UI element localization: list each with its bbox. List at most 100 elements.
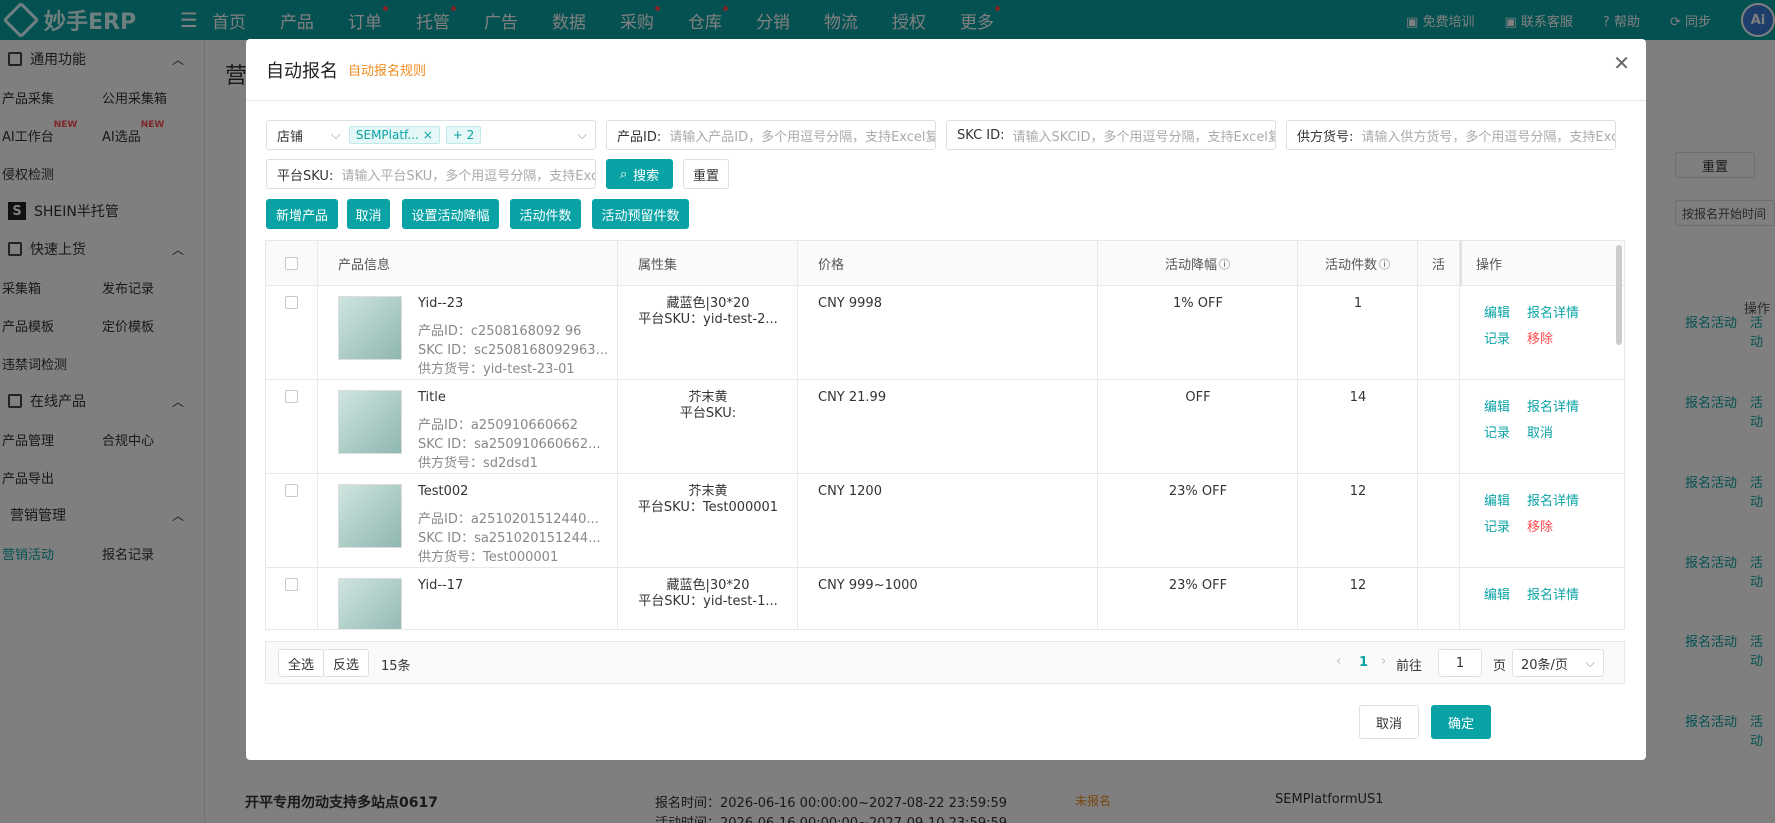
skc-id: SKC ID：sa250910660662... bbox=[418, 437, 601, 452]
set-discount-button[interactable]: 设置活动降幅 bbox=[402, 199, 499, 229]
skc-id: SKC ID：sa251020151244... bbox=[418, 531, 601, 546]
edit-link[interactable]: 编辑 bbox=[1484, 396, 1510, 415]
next-page-icon[interactable]: › bbox=[1381, 654, 1386, 669]
page-unit: 页 bbox=[1493, 659, 1507, 674]
reset-button[interactable]: 重置 bbox=[683, 159, 729, 189]
edit-link[interactable]: 编辑 bbox=[1484, 584, 1510, 603]
platform-sku: 平台SKU：yid-test-1... bbox=[638, 594, 778, 609]
skc-id: SKC ID：sc2508168092963... bbox=[418, 343, 608, 358]
column-header-price: 价格 bbox=[798, 241, 1098, 286]
discount: 1% OFF bbox=[1173, 296, 1223, 311]
product-name: Test002 bbox=[418, 484, 469, 499]
column-header-qty: 活动件数 ⓘ bbox=[1298, 241, 1418, 286]
select-all-button[interactable]: 全选 bbox=[278, 649, 324, 677]
product-thumbnail[interactable] bbox=[338, 390, 402, 454]
column-header-label: 活动件数 bbox=[1324, 258, 1377, 273]
invert-selection-button[interactable]: 反选 bbox=[323, 649, 369, 677]
product-id-field[interactable]: 产品ID: 请输入产品ID，多个用逗号分隔，支持Excel复制 bbox=[606, 120, 936, 150]
product-thumbnail[interactable] bbox=[338, 296, 402, 360]
attribute-value: 藏蓝色|30*20 bbox=[666, 296, 750, 311]
attribute-value: 芥末黄 bbox=[688, 390, 728, 405]
store-more-tag: + 2 bbox=[445, 126, 482, 144]
row-checkbox[interactable] bbox=[285, 296, 298, 309]
page-size-select[interactable]: 20条/页 ⌵ bbox=[1512, 649, 1604, 677]
remove-link[interactable]: 移除 bbox=[1527, 328, 1553, 347]
dialog-header: 自动报名 自动报名规则 ✕ bbox=[246, 39, 1646, 101]
chevron-down-icon: ⌵ bbox=[1585, 655, 1595, 671]
row-checkbox[interactable] bbox=[285, 578, 298, 591]
store-select[interactable]: 店铺 ⌵ SEMPlatf... × + 2 ⌵ bbox=[266, 120, 596, 150]
field-label: SKC ID: bbox=[957, 127, 1005, 143]
vertical-scrollbar[interactable] bbox=[1616, 245, 1622, 345]
signup-detail-link[interactable]: 报名详情 bbox=[1527, 396, 1579, 415]
attribute-value: 藏蓝色|30*20 bbox=[666, 578, 750, 593]
platform-sku-field[interactable]: 平台SKU: 请输入平台SKU，多个用逗号分隔，支持Excel复制 bbox=[266, 159, 596, 189]
field-label: 产品ID: bbox=[617, 129, 662, 145]
column-header-more: 活 bbox=[1418, 241, 1460, 286]
search-icon: ⌕ bbox=[619, 166, 628, 182]
product-thumbnail[interactable] bbox=[338, 484, 402, 548]
help-icon[interactable]: ⓘ bbox=[1379, 256, 1390, 272]
edit-link[interactable]: 编辑 bbox=[1484, 490, 1510, 509]
column-header-discount: 活动降幅 ⓘ bbox=[1098, 241, 1298, 286]
supplier-no-field[interactable]: 供方货号: 请输入供方货号，多个用逗号分隔，支持Excel复制 bbox=[1286, 120, 1616, 150]
price: CNY 999~1000 bbox=[818, 578, 918, 593]
field-label: 平台SKU: bbox=[277, 168, 334, 184]
rules-link[interactable]: 自动报名规则 bbox=[348, 60, 426, 79]
record-link[interactable]: 记录 bbox=[1484, 422, 1510, 441]
product-name: Yid--17 bbox=[418, 578, 464, 593]
product-id: 产品ID：a250910660662 bbox=[418, 418, 579, 433]
field-placeholder: 请输入供方货号，多个用逗号分隔，支持Excel复制 bbox=[1361, 129, 1615, 145]
price: CNY 1200 bbox=[818, 484, 882, 499]
platform-sku: 平台SKU：Test000001 bbox=[637, 500, 779, 515]
cancel-link[interactable]: 取消 bbox=[1527, 422, 1553, 441]
edit-link[interactable]: 编辑 bbox=[1484, 302, 1510, 321]
record-link[interactable]: 记录 bbox=[1484, 328, 1510, 347]
store-tag-label: SEMPlatf... bbox=[355, 128, 419, 142]
price: CNY 21.99 bbox=[818, 390, 887, 405]
product-name: Title bbox=[418, 390, 446, 405]
product-id: 产品ID：a2510201512440... bbox=[418, 512, 599, 527]
page-size-label: 20条/页 bbox=[1521, 657, 1568, 673]
store-tag[interactable]: SEMPlatf... × bbox=[348, 126, 440, 144]
close-icon[interactable]: ✕ bbox=[1613, 51, 1630, 75]
chevron-down-icon: ⌵ bbox=[331, 127, 341, 143]
signup-detail-link[interactable]: 报名详情 bbox=[1527, 302, 1579, 321]
row-checkbox[interactable] bbox=[285, 484, 298, 497]
platform-sku: 平台SKU: bbox=[679, 406, 737, 421]
column-header-ops: 操作 bbox=[1460, 241, 1624, 286]
table-row: Yid--23 产品ID：c2508168092 96 SKC ID：sc25081… bbox=[266, 286, 1624, 380]
remove-link[interactable]: 移除 bbox=[1527, 516, 1553, 535]
add-product-button[interactable]: 新增产品 bbox=[266, 199, 338, 229]
total-count: 15条 bbox=[381, 659, 411, 674]
signup-detail-link[interactable]: 报名详情 bbox=[1527, 490, 1579, 509]
page-input[interactable]: 1 bbox=[1438, 649, 1482, 677]
signup-detail-link[interactable]: 报名详情 bbox=[1527, 584, 1579, 603]
chevron-down-icon: ⌵ bbox=[577, 127, 587, 143]
discount: 23% OFF bbox=[1168, 484, 1228, 499]
close-icon[interactable]: × bbox=[423, 128, 433, 142]
select-all-checkbox[interactable] bbox=[285, 257, 298, 270]
product-thumbnail[interactable] bbox=[338, 578, 402, 629]
table-row: Test002 产品ID：a2510201512440... SKC ID：sa25… bbox=[266, 474, 1624, 568]
help-icon[interactable]: ⓘ bbox=[1219, 256, 1230, 272]
record-link[interactable]: 记录 bbox=[1484, 516, 1510, 535]
search-button-label: 搜索 bbox=[633, 168, 660, 184]
product-table: 产品信息 属性集 价格 活动降幅 ⓘ 活动件数 ⓘ 活 操作 Yid--23 产品ID… bbox=[265, 240, 1625, 630]
reserved-qty-button[interactable]: 活动预留件数 bbox=[592, 199, 689, 229]
price: CNY 9998 bbox=[818, 296, 882, 311]
confirm-button[interactable]: 确定 bbox=[1431, 705, 1491, 739]
search-button[interactable]: ⌕ 搜索 bbox=[606, 159, 673, 189]
current-page[interactable]: 1 bbox=[1359, 655, 1368, 670]
supplier-no: 供方货号：Test000001 bbox=[418, 550, 559, 565]
dialog-title: 自动报名 bbox=[266, 60, 338, 82]
cancel-button[interactable]: 取消 bbox=[1359, 705, 1419, 739]
skc-id-field[interactable]: SKC ID: 请输入SKCID，多个用逗号分隔，支持Excel复制 bbox=[946, 120, 1276, 150]
discount: 23% OFF bbox=[1168, 578, 1228, 593]
goto-label: 前往 bbox=[1396, 659, 1423, 674]
cancel-selection-button[interactable]: 取消 bbox=[347, 199, 390, 229]
field-label: 供方货号: bbox=[1297, 129, 1354, 145]
row-checkbox[interactable] bbox=[285, 390, 298, 403]
prev-page-icon[interactable]: ‹ bbox=[1336, 654, 1341, 669]
activity-qty-button[interactable]: 活动件数 bbox=[510, 199, 581, 229]
